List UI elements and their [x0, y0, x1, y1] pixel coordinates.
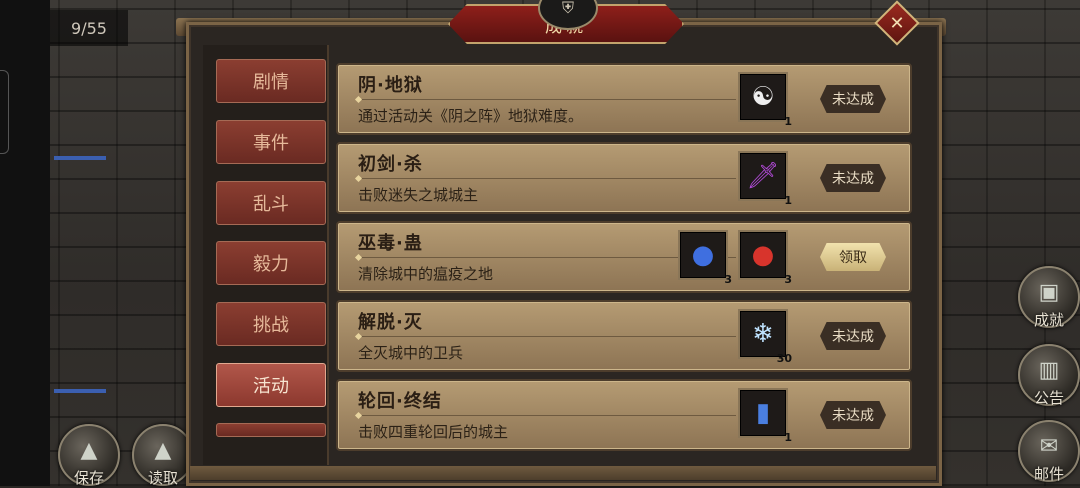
achievement-desc: 击败四重轮回后的城主	[358, 423, 509, 441]
achievement-name: 巫毒·蛊	[358, 233, 423, 254]
tab-events[interactable]: 事件	[216, 120, 326, 164]
ice-crystal-icon: ❄	[752, 319, 774, 349]
claim-button[interactable]: 领取	[820, 243, 886, 271]
divider	[356, 178, 736, 179]
tab-perseverance[interactable]: 毅力	[216, 241, 326, 285]
achievement-row: 轮回·终结 击败四重轮回后的城主 ▮ 1 未达成	[336, 379, 912, 451]
yin-yang-token-icon: ☯	[751, 82, 775, 112]
achievement-desc: 击败迷失之城城主	[358, 186, 479, 204]
close-icon: ✕	[889, 12, 905, 34]
reward-item[interactable]: ☯ 1	[738, 72, 792, 128]
blue-berries-icon: ●	[691, 240, 715, 270]
unit-health-bar	[54, 389, 106, 393]
blue-scroll-icon: ▮	[755, 398, 771, 428]
close-button[interactable]: ✕	[874, 0, 920, 46]
reward-item[interactable]: ❄ 30	[738, 309, 792, 365]
tab-brawl[interactable]: 乱斗	[216, 181, 326, 225]
achievement-desc: 全灭城中的卫兵	[358, 344, 464, 362]
save-button[interactable]: ▲ 保存	[58, 424, 120, 487]
purple-sword-icon: 🗡	[746, 161, 780, 191]
tab-activity[interactable]: 活动	[216, 363, 326, 407]
status-not-achieved: 未达成	[820, 322, 886, 350]
load-button[interactable]: ▲ 读取	[132, 424, 194, 487]
tab-challenge[interactable]: 挑战	[216, 302, 326, 346]
status-not-achieved: 未达成	[820, 85, 886, 113]
category-tabs: 剧情 事件 乱斗 毅力 挑战 活动	[203, 45, 329, 465]
divider	[356, 415, 736, 416]
mail-icon: ✉	[1039, 434, 1059, 459]
reward-item[interactable]: ● 3	[738, 230, 792, 286]
achievement-row: 初剑·杀 击败迷失之城城主 🗡 1 未达成	[336, 142, 912, 214]
achievement-desc: 通过活动关《阴之阵》地狱难度。	[358, 107, 584, 125]
castle-icon: ▣	[1038, 280, 1060, 305]
divider	[356, 336, 736, 337]
load-icon: ▲	[154, 438, 172, 463]
achievement-name: 轮回·终结	[358, 391, 442, 412]
notice-button[interactable]: ▥ 公告	[1018, 344, 1080, 407]
save-icon: ▲	[80, 438, 98, 463]
achievement-name: 阴·地狱	[358, 75, 423, 96]
achievement-desc: 清除城中的瘟疫之地	[358, 265, 494, 283]
unit-health-bar	[54, 156, 106, 160]
reward-item[interactable]: ● 3	[678, 230, 732, 286]
reward-item[interactable]: 🗡 1	[738, 151, 792, 207]
achievements-button[interactable]: ▣ 成就	[1018, 266, 1080, 329]
achievement-name: 初剑·杀	[358, 154, 423, 175]
tab-story[interactable]: 剧情	[216, 59, 326, 103]
scroll-icon: ▥	[1038, 358, 1060, 383]
divider	[356, 99, 736, 100]
status-not-achieved: 未达成	[820, 164, 886, 192]
side-handle[interactable]	[0, 70, 9, 154]
achievement-row: 阴·地狱 通过活动关《阴之阵》地狱难度。 ☯ 1 未达成	[336, 63, 912, 135]
red-berries-icon: ●	[751, 240, 775, 270]
tab-partial[interactable]	[216, 423, 326, 437]
panel-bottom-rail	[190, 466, 936, 480]
achievement-row: 巫毒·蛊 清除城中的瘟疫之地 ● 3 ● 3 领取	[336, 221, 912, 293]
reward-item[interactable]: ▮ 1	[738, 388, 792, 444]
progress-counter: 9/55	[50, 10, 128, 46]
status-not-achieved: 未达成	[820, 401, 886, 429]
achievement-row: 解脱·灭 全灭城中的卫兵 ❄ 30 未达成	[336, 300, 912, 372]
mail-button[interactable]: ✉ 邮件	[1018, 420, 1080, 483]
achievement-name: 解脱·灭	[358, 312, 423, 333]
